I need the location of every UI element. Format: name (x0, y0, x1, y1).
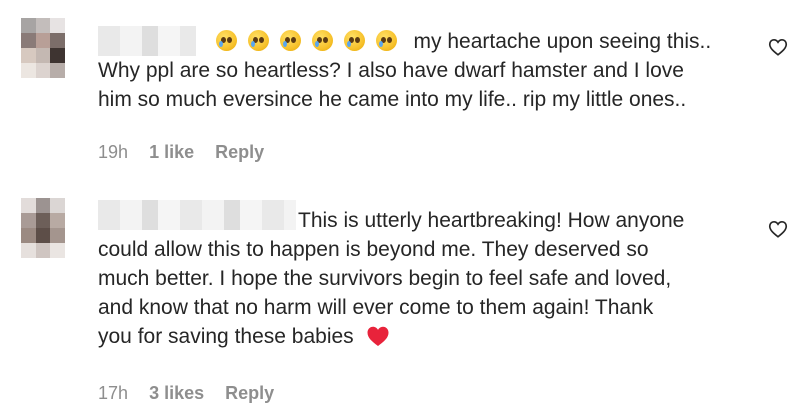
likes-count[interactable]: 3 likes (149, 383, 204, 403)
pleading-face-emoji (311, 30, 333, 51)
comment-meta: 19h 1 like Reply (98, 142, 280, 163)
timestamp: 17h (98, 383, 129, 403)
pleading-face-emoji (279, 30, 301, 51)
comment-line-2: Why ppl are so heartless? I also have dw… (98, 59, 684, 82)
pleading-face-emoji (375, 30, 397, 51)
reply-button[interactable]: Reply (225, 383, 274, 403)
comment-meta: 17h 3 likes Reply (98, 383, 290, 404)
comment-line-4: and know that no harm will ever come to … (98, 296, 654, 319)
avatar[interactable] (21, 198, 65, 258)
heart-outline-icon[interactable] (767, 218, 789, 240)
timestamp: 19h (98, 142, 129, 162)
pleading-face-emoji (215, 30, 237, 51)
comment-line-3: much better. I hope the survivors begin … (98, 267, 672, 290)
username-redacted[interactable] (98, 26, 196, 56)
comment-text: This is utterly heartbreaking! How anyon… (98, 206, 684, 351)
comment-line-1: This is utterly heartbreaking! How anyon… (298, 209, 685, 232)
comment-line-1: my heartache upon seeing this.. (413, 30, 712, 53)
pleading-face-emoji (247, 30, 269, 51)
comment-line-3: him so much eversince he came into my li… (98, 88, 687, 111)
emoji-group (215, 30, 414, 53)
pleading-face-emoji (343, 30, 365, 51)
likes-count[interactable]: 1 like (149, 142, 194, 162)
red-heart-emoji (367, 326, 389, 346)
avatar[interactable] (21, 18, 65, 78)
comment-line-2: could allow this to happen is beyond me.… (98, 238, 649, 261)
heart-outline-icon[interactable] (767, 36, 789, 58)
comment-text: my heartache upon seeing this.. Why ppl … (98, 26, 711, 114)
reply-button[interactable]: Reply (215, 142, 264, 162)
comment-line-5: you for saving these babies (98, 325, 354, 348)
